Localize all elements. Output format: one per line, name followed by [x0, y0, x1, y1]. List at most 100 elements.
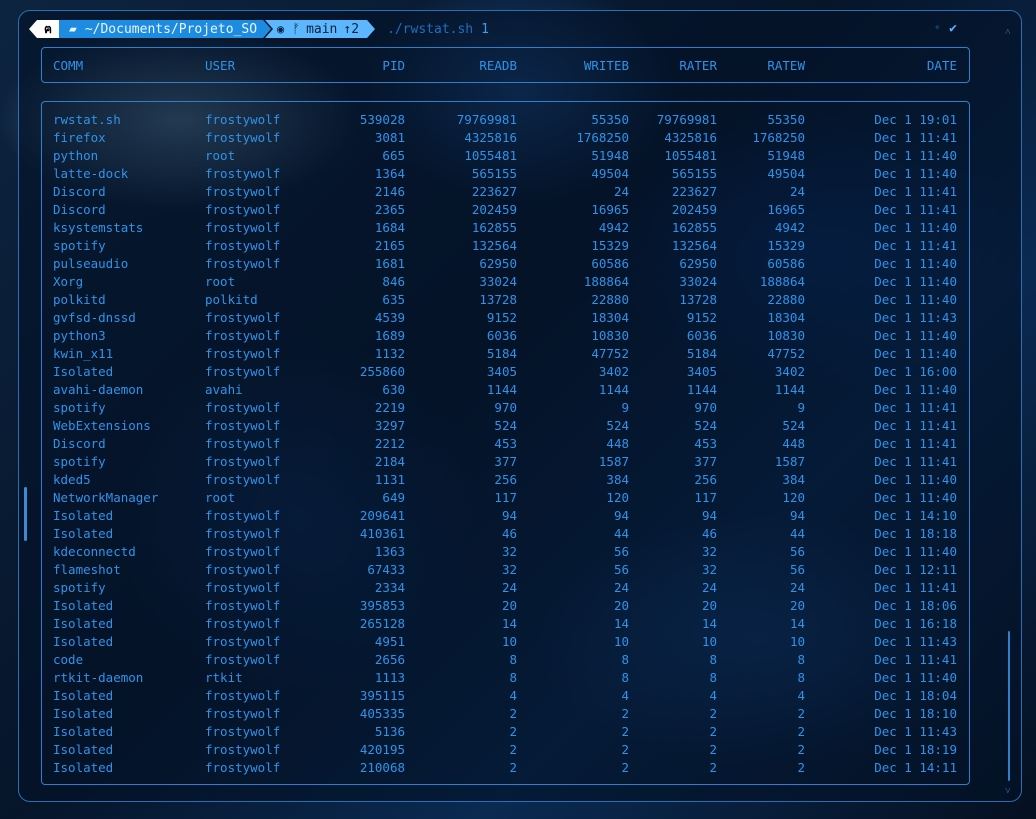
- cell-ratew: 8: [797, 670, 805, 685]
- cell-ratew: 60586: [767, 256, 805, 271]
- scrollbar-thumb[interactable]: [1008, 631, 1010, 781]
- cell-readb: 970: [494, 400, 517, 415]
- cell-date: Dec 1 11:40: [874, 274, 957, 289]
- cell-ratew: 24: [789, 580, 805, 595]
- table-body-box[interactable]: rwstat.sh frostywolf 539028 79769981 55350 79…: [41, 101, 970, 785]
- table-row: kwin_x11 frostywolf 1132 5184 47752 5184 47752…: [42, 345, 969, 363]
- table-row: WebExtensions frostywolf 3297 524 524 524 524 D…: [42, 417, 969, 435]
- cell-readb: 223627: [471, 184, 517, 199]
- table-row: spotify frostywolf 2219 970 9 970 9 Dec 1 11:41: [42, 399, 969, 417]
- cell-date: Dec 1 11:41: [874, 580, 957, 595]
- cell-rater: 2: [709, 706, 717, 721]
- cell-user: frostywolf: [205, 310, 281, 325]
- cell-user: frostywolf: [205, 436, 281, 451]
- table-row: Discord frostywolf 2146 223627 24 223627 24 Dec…: [42, 183, 969, 201]
- cell-user: frostywolf: [205, 238, 281, 253]
- cell-ratew: 15329: [767, 238, 805, 253]
- cell-pid: 2365: [374, 202, 405, 217]
- cell-readb: 24: [501, 580, 517, 595]
- cell-writeb: 2: [621, 724, 629, 739]
- cell-comm: Discord: [53, 202, 106, 217]
- cell-user: frostywolf: [205, 760, 281, 775]
- cell-ratew: 1768250: [752, 130, 805, 145]
- cell-readb: 94: [501, 508, 517, 523]
- cell-rater: 20: [701, 598, 717, 613]
- cell-pid: 209641: [359, 508, 405, 523]
- cell-pid: 410361: [359, 526, 405, 541]
- table-row: Isolated frostywolf 5136 2 2 2 2 Dec 1 11:43: [42, 723, 969, 741]
- cell-ratew: 2: [797, 706, 805, 721]
- cell-comm: Isolated: [53, 364, 114, 379]
- cell-writeb: 4: [621, 688, 629, 703]
- cell-pid: 1689: [374, 328, 405, 343]
- cell-date: Dec 1 19:01: [874, 112, 957, 127]
- cell-date: Dec 1 11:41: [874, 184, 957, 199]
- cell-comm: Isolated: [53, 724, 114, 739]
- table-row: polkitd polkitd 635 13728 22880 13728 22880 Dec…: [42, 291, 969, 309]
- cell-ratew: 22880: [767, 292, 805, 307]
- cell-readb: 132564: [471, 238, 517, 253]
- cell-pid: 5136: [374, 724, 405, 739]
- table-row: spotify frostywolf 2334 24 24 24 24 Dec 1 11:41: [42, 579, 969, 597]
- cell-date: Dec 1 12:11: [874, 562, 957, 577]
- cell-pid: 1113: [374, 670, 405, 685]
- cell-pid: 1132: [374, 346, 405, 361]
- cell-writeb: 2: [621, 760, 629, 775]
- scrollbar[interactable]: ˄ ˅: [1005, 27, 1015, 797]
- cell-ratew: 24: [789, 184, 805, 199]
- cell-pid: 2219: [374, 400, 405, 415]
- cell-date: Dec 1 16:00: [874, 364, 957, 379]
- cell-readb: 32: [501, 562, 517, 577]
- cell-ratew: 4: [797, 688, 805, 703]
- cell-readb: 8: [509, 652, 517, 667]
- cell-rater: 24: [701, 580, 717, 595]
- cell-comm: spotify: [53, 580, 106, 595]
- cell-user: frostywolf: [205, 616, 281, 631]
- cell-rater: 9152: [686, 310, 717, 325]
- cell-ratew: 2: [797, 724, 805, 739]
- cell-comm: firefox: [53, 130, 106, 145]
- table-row: spotify frostywolf 2165 132564 15329 132564 15…: [42, 237, 969, 255]
- cell-rater: 13728: [679, 292, 717, 307]
- cell-ratew: 55350: [767, 112, 805, 127]
- cell-rater: 3405: [686, 364, 717, 379]
- cell-readb: 524: [494, 418, 517, 433]
- cell-date: Dec 1 14:11: [874, 760, 957, 775]
- command-argument: 1: [481, 21, 489, 37]
- chevron-up-icon[interactable]: ˄: [1005, 27, 1011, 38]
- git-branch-icon: ᚠ: [292, 21, 301, 37]
- cell-ratew: 18304: [767, 310, 805, 325]
- cell-pid: 1684: [374, 220, 405, 235]
- cell-user: frostywolf: [205, 472, 281, 487]
- cell-comm: kded5: [53, 472, 91, 487]
- cell-user: frostywolf: [205, 184, 281, 199]
- side-resize-handle[interactable]: [24, 487, 27, 541]
- cell-readb: 4325816: [464, 130, 517, 145]
- cell-rater: 1055481: [664, 148, 717, 163]
- table-row: Isolated frostywolf 420195 2 2 2 2 Dec 1 18:19: [42, 741, 969, 759]
- cell-ratew: 47752: [767, 346, 805, 361]
- cell-comm: Isolated: [53, 526, 114, 541]
- terminal-window[interactable]: ฅ ▰ ~/Documents/Projeto_SO ◉ ᚠ main ↑2 .…: [18, 10, 1022, 802]
- cell-writeb: 60586: [591, 256, 629, 271]
- cell-comm: pulseaudio: [53, 256, 129, 271]
- cell-date: Dec 1 11:40: [874, 328, 957, 343]
- cell-date: Dec 1 11:40: [874, 256, 957, 271]
- cell-ratew: 8: [797, 652, 805, 667]
- cell-ratew: 188864: [759, 274, 805, 289]
- cell-rater: 8: [709, 670, 717, 685]
- cell-readb: 117: [494, 490, 517, 505]
- cell-readb: 9152: [486, 310, 517, 325]
- table-row: latte-dock frostywolf 1364 565155 49504 56515…: [42, 165, 969, 183]
- cell-ratew: 44: [789, 526, 805, 541]
- cell-writeb: 384: [606, 472, 629, 487]
- cell-rater: 32: [701, 544, 717, 559]
- cell-date: Dec 1 11:41: [874, 652, 957, 667]
- cell-rater: 6036: [686, 328, 717, 343]
- prompt-path-segment: ▰ ~/Documents/Projeto_SO: [59, 20, 271, 38]
- cell-date: Dec 1 11:40: [874, 670, 957, 685]
- cell-pid: 67433: [367, 562, 405, 577]
- cell-ratew: 120: [782, 490, 805, 505]
- chevron-down-icon[interactable]: ˅: [1005, 786, 1011, 797]
- git-branch-name: main: [306, 21, 338, 37]
